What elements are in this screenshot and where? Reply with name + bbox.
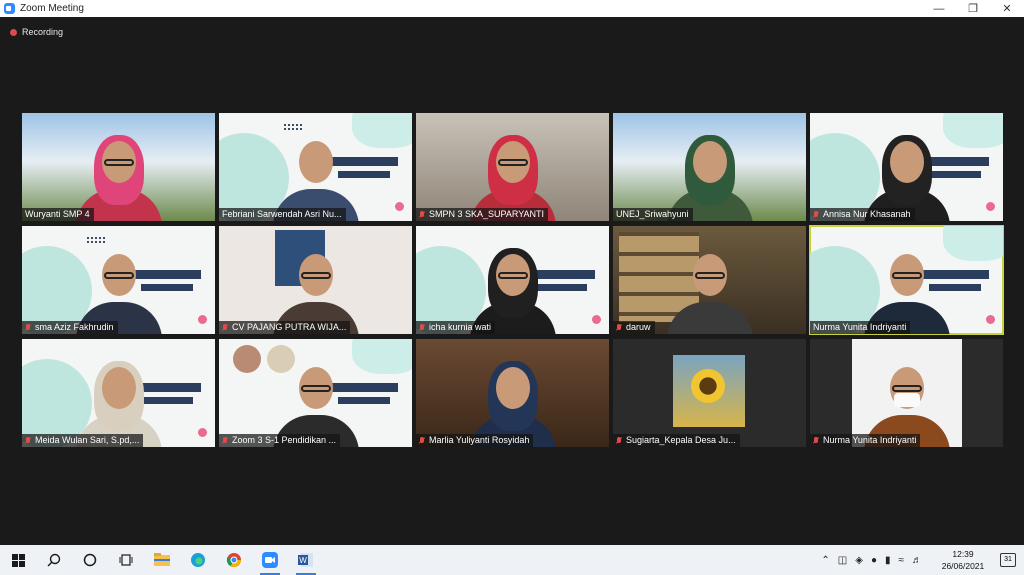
participant-name-label: UNEJ_Sriwahyuni xyxy=(613,208,693,221)
participant-tile[interactable]: daruw xyxy=(613,226,806,334)
participant-tile[interactable]: Marlia Yuliyanti Rosyidah xyxy=(416,339,609,447)
participant-video xyxy=(666,248,753,334)
participant-tile[interactable]: Febriani Sarwendah Asri Nu... xyxy=(219,113,412,221)
cortana-icon xyxy=(83,553,97,567)
windows-taskbar: W ⌃ ◫ ◈ ● ▮ ≈ ♬ 12:39 26/06/2021 31 xyxy=(0,545,1024,575)
wifi-icon[interactable]: ≈ xyxy=(899,555,905,566)
muted-mic-icon xyxy=(419,323,425,332)
svg-text:W: W xyxy=(299,556,307,565)
clock[interactable]: 12:39 26/06/2021 xyxy=(938,548,988,572)
participant-name-label: icha kurnia wati xyxy=(416,321,496,334)
participant-tile[interactable]: Meida Wulan Sari, S.pd,... xyxy=(22,339,215,447)
notification-count: 31 xyxy=(1004,556,1012,563)
participant-tile[interactable]: UNEJ_Sriwahyuni xyxy=(613,113,806,221)
sunflower-icon xyxy=(691,369,725,403)
participant-name-label: daruw xyxy=(613,321,655,334)
system-tray: ⌃ ◫ ◈ ● ▮ ≈ ♬ xyxy=(817,545,926,575)
recording-dot-icon xyxy=(10,28,17,36)
participant-tile[interactable]: sma Aziz Fakhrudin xyxy=(22,226,215,334)
word-icon: W xyxy=(298,553,313,567)
muted-mic-icon xyxy=(616,323,622,332)
participant-name-label: Febriani Sarwendah Asri Nu... xyxy=(219,208,346,221)
windows-icon xyxy=(11,553,25,567)
search-icon xyxy=(47,553,61,567)
start-button[interactable] xyxy=(0,545,36,575)
muted-mic-icon xyxy=(25,436,31,445)
participant-name-label: Annisa Nur Khasanah xyxy=(810,208,915,221)
participant-name-label: Nurma Yunita Indriyanti xyxy=(810,434,921,447)
participant-tile[interactable]: Wuryanti SMP 4 xyxy=(22,113,215,221)
participant-name-label: sma Aziz Fakhrudin xyxy=(22,321,118,334)
close-button[interactable]: ✕ xyxy=(990,0,1024,17)
participant-name-label: Nurma Yunita Indriyanti xyxy=(810,321,911,334)
minimize-button[interactable]: — xyxy=(922,0,956,17)
network-icon[interactable]: ◈ xyxy=(855,555,863,566)
search-button[interactable] xyxy=(36,545,72,575)
muted-mic-icon xyxy=(419,210,425,219)
clock-date: 26/06/2021 xyxy=(941,561,985,571)
participant-tile[interactable]: icha kurnia wati xyxy=(416,226,609,334)
clock-time: 12:39 xyxy=(952,549,974,559)
participant-tile[interactable]: CV PAJANG PUTRA WIJA... xyxy=(219,226,412,334)
participant-name-label: Zoom 3 S-1 Pendidikan ... xyxy=(219,434,341,447)
participant-name-label: Meida Wulan Sari, S.pd,... xyxy=(22,434,144,447)
participant-name-label: Sugiarta_Kepala Desa Ju... xyxy=(613,434,740,447)
recording-indicator[interactable]: Recording xyxy=(10,27,63,37)
file-explorer-icon xyxy=(154,553,170,566)
device-icon[interactable]: ◫ xyxy=(838,555,847,566)
recording-label: Recording xyxy=(22,27,64,37)
participant-tile[interactable]: Annisa Nur Khasanah xyxy=(810,113,1003,221)
cortana-button[interactable] xyxy=(72,545,108,575)
participant-name-label: Wuryanti SMP 4 xyxy=(22,208,94,221)
zoom-app-icon xyxy=(4,3,15,14)
participant-tile[interactable]: SMPN 3 SKA_SUPARYANTI xyxy=(416,113,609,221)
edge-icon xyxy=(191,553,205,567)
participant-tile[interactable]: Zoom 3 S-1 Pendidikan ... xyxy=(219,339,412,447)
maximize-button[interactable]: ❐ xyxy=(956,0,990,17)
muted-mic-icon xyxy=(25,323,31,332)
battery-icon[interactable]: ▮ xyxy=(885,555,891,566)
participant-name-label: Marlia Yuliyanti Rosyidah xyxy=(416,434,534,447)
participant-tile[interactable]: Nurma Yunita Indriyanti xyxy=(810,339,1003,447)
file-explorer-button[interactable] xyxy=(144,545,180,575)
participant-tile[interactable]: Sugiarta_Kepala Desa Ju... xyxy=(613,339,806,447)
muted-mic-icon xyxy=(813,210,819,219)
participant-name-label: CV PAJANG PUTRA WIJA... xyxy=(219,321,351,334)
muted-mic-icon xyxy=(616,436,622,445)
word-button[interactable]: W xyxy=(288,545,324,575)
profile-picture xyxy=(673,355,745,427)
edge-button[interactable] xyxy=(180,545,216,575)
chrome-button[interactable] xyxy=(216,545,252,575)
muted-mic-icon xyxy=(222,436,228,445)
muted-mic-icon xyxy=(419,436,425,445)
video-grid: Wuryanti SMP 4 Febriani Sarwendah Asri N… xyxy=(22,113,1004,447)
task-view-icon xyxy=(119,554,133,566)
chevron-up-icon[interactable]: ⌃ xyxy=(821,555,829,566)
muted-mic-icon xyxy=(222,323,228,332)
volume-icon[interactable]: ♬ xyxy=(912,555,922,566)
participant-tile-active-speaker[interactable]: Nurma Yunita Indriyanti xyxy=(809,225,1004,335)
muted-mic-icon xyxy=(813,436,819,445)
window-title: Zoom Meeting xyxy=(20,3,84,14)
zoom-taskbar-button[interactable] xyxy=(252,545,288,575)
task-view-button[interactable] xyxy=(108,545,144,575)
microphone-icon[interactable]: ● xyxy=(871,555,877,566)
notification-center-button[interactable]: 31 xyxy=(1000,553,1016,567)
chrome-icon xyxy=(226,553,241,567)
participant-name-label: SMPN 3 SKA_SUPARYANTI xyxy=(416,208,549,221)
zoom-icon xyxy=(262,552,278,568)
title-bar: Zoom Meeting xyxy=(0,0,1024,17)
